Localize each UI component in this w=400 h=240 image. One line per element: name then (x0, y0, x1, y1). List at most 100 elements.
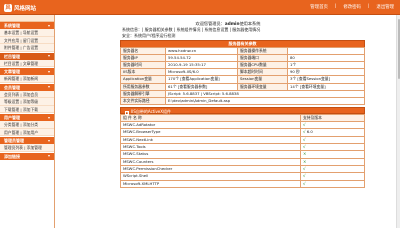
table-row: MSWC.PermissionChecker √ (120, 164, 365, 174)
table-cell: 所用服务器参数 (120, 82, 166, 91)
table-cell: √ (300, 121, 365, 130)
version-text: 6.0 (306, 129, 313, 135)
support-mark: √ (303, 144, 306, 150)
components-section-header[interactable]: + IIS自带的ActiveX组件 (120, 107, 365, 115)
sidebar-head-user[interactable]: 用户管理 (0, 114, 54, 121)
sidebar-item[interactable]: 用户管理 | 添加用户 (0, 128, 54, 136)
sidebar-item[interactable]: 分类管理 | 添加分类 (0, 121, 54, 129)
table-cell: 服务器时间 (120, 60, 166, 70)
table-cell: 2010-9-19 15:35:17 (165, 60, 238, 70)
sidebar-head-member[interactable]: 会员管理 (0, 83, 54, 91)
sidebar-item[interactable]: 文件应用 | 留门设置 (0, 36, 54, 44)
sidebar-head-column[interactable]: 栏目管理 (0, 52, 54, 60)
sidebar-item[interactable]: 下载管理 | 添加下载 (0, 105, 54, 113)
sidebar-group-user: 用户管理 分类管理 | 添加分类 用户管理 | 添加用户 (0, 114, 54, 137)
main-content: 欢迎您管理员：admin使用本系统 系统信息：| 服务器相关参数 | 系统组件情… (56, 15, 400, 228)
table-row: Microsoft.XMLHTTP √ (120, 179, 365, 188)
table-cell (287, 46, 365, 55)
table-row: 服务器IP 59.54.54.72 服务器端口 80 (120, 53, 365, 62)
table-row: 服务器解释引擎 JScript: 5.6.8837 | VBScript: 5.… (120, 89, 365, 98)
support-mark: × (303, 151, 307, 157)
sidebar-group-member: 会员管理 会员列表 | 添加会员 等级设置 | 添加等级 下载管理 | 添加下载 (0, 83, 54, 114)
table-cell: √ (300, 135, 365, 145)
table-cell: E:\dev\admin\Admin_Default.asp (165, 96, 365, 106)
components-title: IIS自带的ActiveX组件 (131, 109, 172, 115)
sidebar-head-article[interactable]: 文章管理 (0, 68, 54, 75)
table-cell: √ (300, 142, 365, 152)
support-mark: √ (303, 129, 306, 135)
table-cell: 服务器名 (120, 46, 166, 55)
table-cell: √ (300, 164, 365, 174)
expand-icon: + (125, 110, 129, 115)
table-cell: 脚本超时时间 (237, 68, 288, 77)
table-cell: Session变量 (237, 75, 288, 84)
support-mark: √ (303, 122, 306, 128)
support-mark: √ (303, 136, 306, 142)
header-links: 管理首页 | 修改密码 | 退出管理 (310, 4, 394, 10)
support-mark: √ (303, 173, 306, 179)
table-cell: MSWC.Counters (120, 157, 301, 166)
table-row: MSWC.Tools √ (120, 142, 365, 152)
table-cell: × (300, 150, 365, 159)
table-cell: 80 (287, 53, 365, 62)
column-header: 组 件 名 称 (120, 114, 301, 123)
table-cell: MSWC.PermissionChecker (120, 164, 301, 174)
table-cell: MSWC.Tools (120, 142, 301, 152)
top-header: 风 风格网站 管理首页 | 修改密码 | 退出管理 (0, 0, 400, 15)
sidebar-head-admin[interactable]: 管理员管理 (0, 137, 54, 144)
sidebar-group-system: 系统管理 基本设置 | 导航设置 文件应用 | 留门设置 附件管理 | 广告设置 (0, 22, 54, 53)
table-cell: WScript.Shell (120, 172, 301, 181)
sidebar-item[interactable]: 栏目设置 | 文章管理 (0, 59, 54, 67)
sidebar-item[interactable]: 附件管理 | 广告设置 (0, 44, 54, 52)
table-row: MSWC.BrowserType √ 6.0 (120, 128, 365, 137)
sidebar-head-system[interactable]: 系统管理 (0, 22, 54, 29)
sidebar-top (0, 15, 54, 22)
change-password-link[interactable]: 修改密码 (343, 4, 361, 10)
sidebar-item[interactable]: 会员列表 | 添加会员 (0, 90, 54, 98)
table-cell[interactable]: 61个 [查看服务器参数] (165, 82, 238, 91)
table-cell: 1个 (287, 60, 365, 70)
sidebar-item[interactable]: 等级设置 | 添加等级 (0, 98, 54, 106)
table-cell: MSWC.Status (120, 150, 301, 159)
table-row: 所用服务器参数 61个 [查看服务器参数] 服务器环境变量 14个 [查看环境变… (120, 82, 365, 91)
table-cell: × (300, 157, 365, 166)
vertical-scrollbar[interactable] (396, 15, 400, 228)
sidebar-item[interactable]: 新闻管理 | 添加新闻 (0, 75, 54, 83)
table-cell: √ (300, 179, 365, 188)
support-mark: √ (303, 165, 306, 171)
components-table: 组 件 名 称 支持及版本 MSWC.AdRotator √ MSWC.Brows… (120, 114, 365, 188)
logo-icon: 风 (4, 3, 12, 12)
sidebar-group-article: 文章管理 新闻管理 | 添加新闻 (0, 68, 54, 84)
sidebar: 系统管理 基本设置 | 导航设置 文件应用 | 留门设置 附件管理 | 广告设置… (0, 15, 55, 228)
site-logo[interactable]: 风 风格网站 (4, 3, 36, 12)
logout-link[interactable]: 退出管理 (376, 4, 394, 10)
table-cell: Microsoft-IIS/6.0 (165, 68, 238, 77)
table-cell[interactable]: 3个 [查看Session变量] (287, 75, 365, 84)
table-cell: 本文件实际路径 (120, 96, 166, 106)
admin-home-link[interactable]: 管理首页 (310, 4, 328, 10)
table-cell: MSWC.BrowserType (120, 128, 301, 137)
table-cell[interactable]: 170个 [查看Application变量] (165, 75, 238, 84)
table-cell[interactable]: 14个 [查看环境变量] (287, 82, 365, 91)
table-cell: 服务器端口 (237, 53, 288, 62)
table-row: MSWC.Status × (120, 150, 365, 159)
sidebar-item[interactable]: 管理员列表 | 添加管理 (0, 144, 54, 152)
link-separator: | (334, 4, 337, 9)
table-row: WScript.Shell √ (120, 172, 365, 181)
table-row: IIS版本 Microsoft-IIS/6.0 脚本超时时间 90 秒 (120, 68, 365, 77)
sidebar-head-links[interactable]: 添加链接 (0, 152, 54, 160)
table-cell: Microsoft.XMLHTTP (120, 179, 301, 188)
sidebar-group-admin: 管理员管理 管理员列表 | 添加管理 (0, 137, 54, 153)
table-row: Application变量 170个 [查看Application变量] Ses… (120, 75, 365, 84)
sidebar-item[interactable]: 基本设置 | 导航设置 (0, 29, 54, 37)
column-header: 支持及版本 (300, 114, 365, 123)
welcome-suffix: 使用本系统 (239, 21, 261, 26)
table-cell: √ (300, 172, 365, 181)
table-cell: 服务器IP (120, 53, 166, 62)
table-cell: IIS版本 (120, 68, 166, 77)
table-cell: MSWC.AdRotator (120, 121, 301, 130)
security-links[interactable]: 安全：系统用户/程序运行检测 (56, 33, 400, 39)
sidebar-group-column: 栏目管理 栏目设置 | 文章管理 (0, 52, 54, 68)
server-info-table: 服务器名 www.hxdnw.cn 服务器操作系统 服务器IP 59.54.54… (120, 46, 365, 106)
table-cell: www.hxdnw.cn (165, 46, 238, 55)
